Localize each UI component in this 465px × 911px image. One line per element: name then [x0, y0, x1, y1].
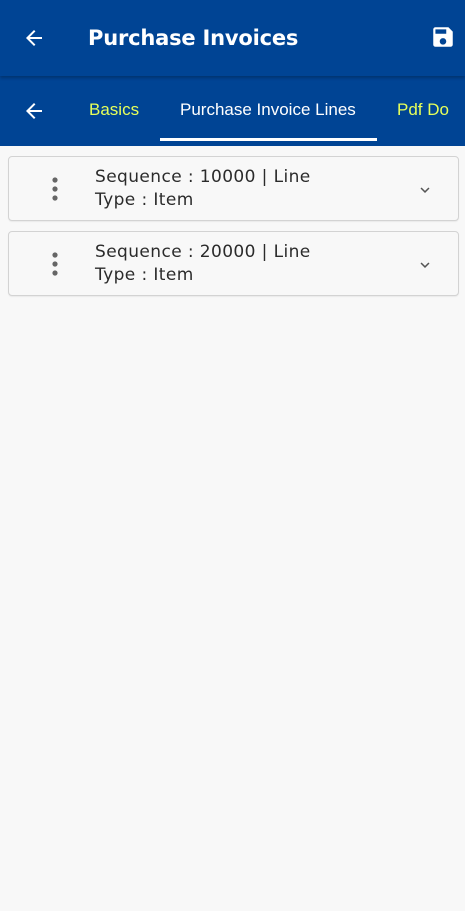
invoice-line-sequence: Sequence : 10000 | Line [95, 167, 311, 187]
more-vert-icon[interactable] [45, 249, 65, 279]
tab-basics[interactable]: Basics [89, 99, 139, 121]
tab-purchase-invoice-lines[interactable]: Purchase Invoice Lines [180, 99, 356, 121]
invoice-line-sequence: Sequence : 20000 | Line [95, 242, 311, 262]
invoice-line-summary: Sequence : 10000 | Line Type : Item [95, 166, 395, 212]
tab-bar: Basics Purchase Invoice Lines Pdf Do [0, 76, 465, 146]
invoice-line-card[interactable]: Sequence : 20000 | Line Type : Item [8, 231, 459, 296]
tab-pdf-documents[interactable]: Pdf Do [397, 99, 449, 121]
app-bar: Purchase Invoices [0, 0, 465, 76]
invoice-line-summary: Sequence : 20000 | Line Type : Item [95, 241, 395, 287]
chevron-down-icon[interactable] [411, 251, 439, 279]
invoice-line-type: Type : Item [95, 265, 194, 285]
back-button[interactable] [14, 18, 54, 58]
invoice-line-card[interactable]: Sequence : 10000 | Line Type : Item [8, 156, 459, 221]
floppy-disk-icon [433, 27, 453, 47]
active-tab-indicator [160, 138, 377, 141]
more-vert-icon[interactable] [45, 174, 65, 204]
save-button[interactable] [422, 16, 464, 58]
tab-back-button[interactable] [14, 91, 54, 131]
chevron-down-icon[interactable] [411, 176, 439, 204]
invoice-line-type: Type : Item [95, 190, 194, 210]
page-title: Purchase Invoices [88, 26, 299, 50]
arrow-left-icon [26, 30, 42, 46]
arrow-left-icon [26, 103, 42, 119]
